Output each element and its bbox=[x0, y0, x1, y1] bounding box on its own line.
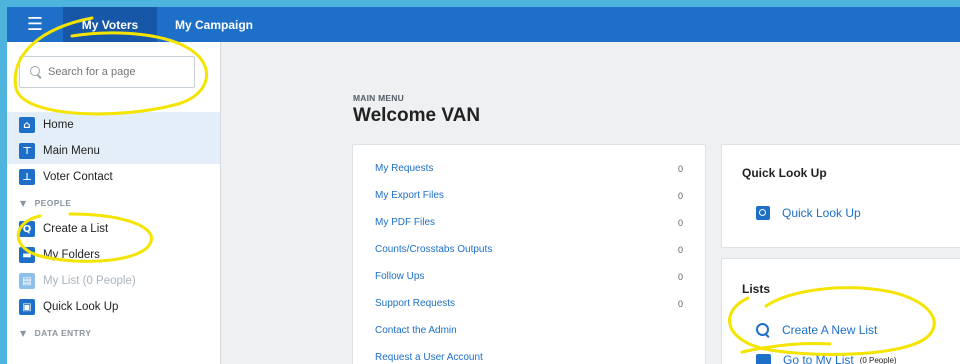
request-count: 0 bbox=[677, 190, 683, 201]
app-window: ☰ My Voters My Campaign ⌂ Home ⊤ Main Me… bbox=[7, 7, 960, 364]
list-icon: ▤ bbox=[19, 273, 35, 289]
go-to-my-list-label: Go to My List bbox=[783, 353, 854, 364]
folder-icon bbox=[756, 354, 771, 364]
list-item[interactable]: My Requests 0 bbox=[375, 155, 685, 182]
request-count: 0 bbox=[677, 217, 683, 228]
quick-lookup-card: Quick Look Up Quick Look Up bbox=[721, 144, 960, 248]
people-count: (0 People) bbox=[859, 355, 897, 364]
request-count: 0 bbox=[677, 298, 683, 309]
chevron-down-icon: ▼ bbox=[20, 328, 27, 338]
section-label: PEOPLE bbox=[34, 198, 72, 208]
list-item[interactable]: My PDF Files 0 bbox=[375, 209, 685, 236]
sidebar-item-label: Quick Look Up bbox=[43, 301, 119, 313]
sidebar-item-voter-contact[interactable]: ⊥ Voter Contact bbox=[7, 164, 220, 190]
list-item[interactable]: Contact the Admin bbox=[375, 317, 685, 344]
menu-tree-icon: ⊤ bbox=[19, 143, 35, 159]
tab-my-voters[interactable]: My Voters bbox=[63, 7, 157, 42]
breadcrumb: MAIN MENU bbox=[353, 93, 404, 103]
sidebar-item-label: Main Menu bbox=[43, 145, 100, 157]
request-link[interactable]: Support Requests bbox=[375, 298, 455, 309]
sidebar-item-label: My List (0 People) bbox=[43, 275, 136, 287]
request-count: 0 bbox=[677, 163, 683, 174]
sidebar-item-main-menu[interactable]: ⊤ Main Menu bbox=[7, 138, 220, 164]
sidebar-item-my-folders[interactable]: ▬ My Folders bbox=[7, 242, 220, 268]
folder-icon: ▬ bbox=[19, 247, 35, 263]
go-to-my-list-link[interactable]: Go to My List (0 People) bbox=[756, 353, 897, 364]
sidebar-item-create-list[interactable]: Q Create a List bbox=[7, 216, 220, 242]
voter-contact-icon: ⊥ bbox=[19, 169, 35, 185]
create-new-list-label: Create A New List bbox=[782, 323, 878, 337]
sidebar-item-label: Home bbox=[43, 119, 74, 131]
sidebar: ⌂ Home ⊤ Main Menu ⊥ Voter Contact ▼ PEO… bbox=[7, 42, 221, 364]
sidebar-item-label: Voter Contact bbox=[43, 171, 113, 183]
search-icon bbox=[30, 66, 42, 78]
page-title: Welcome VAN bbox=[353, 105, 481, 126]
request-link[interactable]: Follow Ups bbox=[375, 271, 424, 282]
tab-my-campaign[interactable]: My Campaign bbox=[157, 7, 275, 42]
list-item[interactable]: My Export Files 0 bbox=[375, 182, 685, 209]
search-list-icon: Q bbox=[19, 221, 35, 237]
lists-card: Lists Create A New List Go to My List (0… bbox=[721, 258, 960, 364]
sidebar-item-my-list: ▤ My List (0 People) bbox=[7, 268, 220, 294]
quick-lookup-title: Quick Look Up bbox=[742, 166, 827, 180]
sidebar-item-label: Create a List bbox=[43, 223, 109, 235]
quick-lookup-icon bbox=[756, 206, 770, 220]
search-input[interactable] bbox=[48, 66, 188, 78]
request-link[interactable]: My Export Files bbox=[375, 190, 444, 201]
page-search[interactable] bbox=[19, 56, 195, 88]
request-link[interactable]: Request a User Account bbox=[375, 352, 483, 363]
sidebar-item-quick-look-up[interactable]: ▣ Quick Look Up bbox=[7, 294, 220, 320]
sidebar-nav: ⌂ Home ⊤ Main Menu ⊥ Voter Contact ▼ PEO… bbox=[7, 112, 220, 346]
search-icon bbox=[756, 323, 770, 337]
sidebar-item-label: My Folders bbox=[43, 249, 100, 261]
quick-lookup-link[interactable]: Quick Look Up bbox=[756, 206, 861, 220]
list-item[interactable]: Counts/Crosstabs Outputs 0 bbox=[375, 236, 685, 263]
section-people[interactable]: ▼ PEOPLE bbox=[7, 190, 220, 216]
quick-lookup-icon: ▣ bbox=[19, 299, 35, 315]
create-new-list-link[interactable]: Create A New List bbox=[756, 323, 877, 337]
top-navigation-bar: ☰ My Voters My Campaign bbox=[7, 7, 960, 42]
lists-title: Lists bbox=[742, 282, 771, 296]
quick-lookup-label: Quick Look Up bbox=[782, 206, 861, 220]
request-count: 0 bbox=[677, 271, 683, 282]
list-item[interactable]: Follow Ups 0 bbox=[375, 263, 685, 290]
request-link[interactable]: Contact the Admin bbox=[375, 325, 457, 336]
home-icon: ⌂ bbox=[19, 117, 35, 133]
request-link[interactable]: My PDF Files bbox=[375, 217, 435, 228]
request-count: 0 bbox=[677, 244, 683, 255]
list-item[interactable]: Support Requests 0 bbox=[375, 290, 685, 317]
request-link[interactable]: Counts/Crosstabs Outputs bbox=[375, 244, 492, 255]
hamburger-icon[interactable]: ☰ bbox=[7, 7, 63, 42]
main-content: MAIN MENU Welcome VAN My Requests 0 My E… bbox=[221, 42, 960, 364]
chevron-down-icon: ▼ bbox=[20, 198, 27, 208]
requests-card: My Requests 0 My Export Files 0 My PDF F… bbox=[352, 144, 706, 364]
list-item[interactable]: Request a User Account bbox=[375, 344, 685, 364]
section-label: DATA ENTRY bbox=[34, 328, 92, 338]
request-link[interactable]: My Requests bbox=[375, 163, 433, 174]
section-data-entry[interactable]: ▼ DATA ENTRY bbox=[7, 320, 220, 346]
sidebar-item-home[interactable]: ⌂ Home bbox=[7, 112, 220, 138]
